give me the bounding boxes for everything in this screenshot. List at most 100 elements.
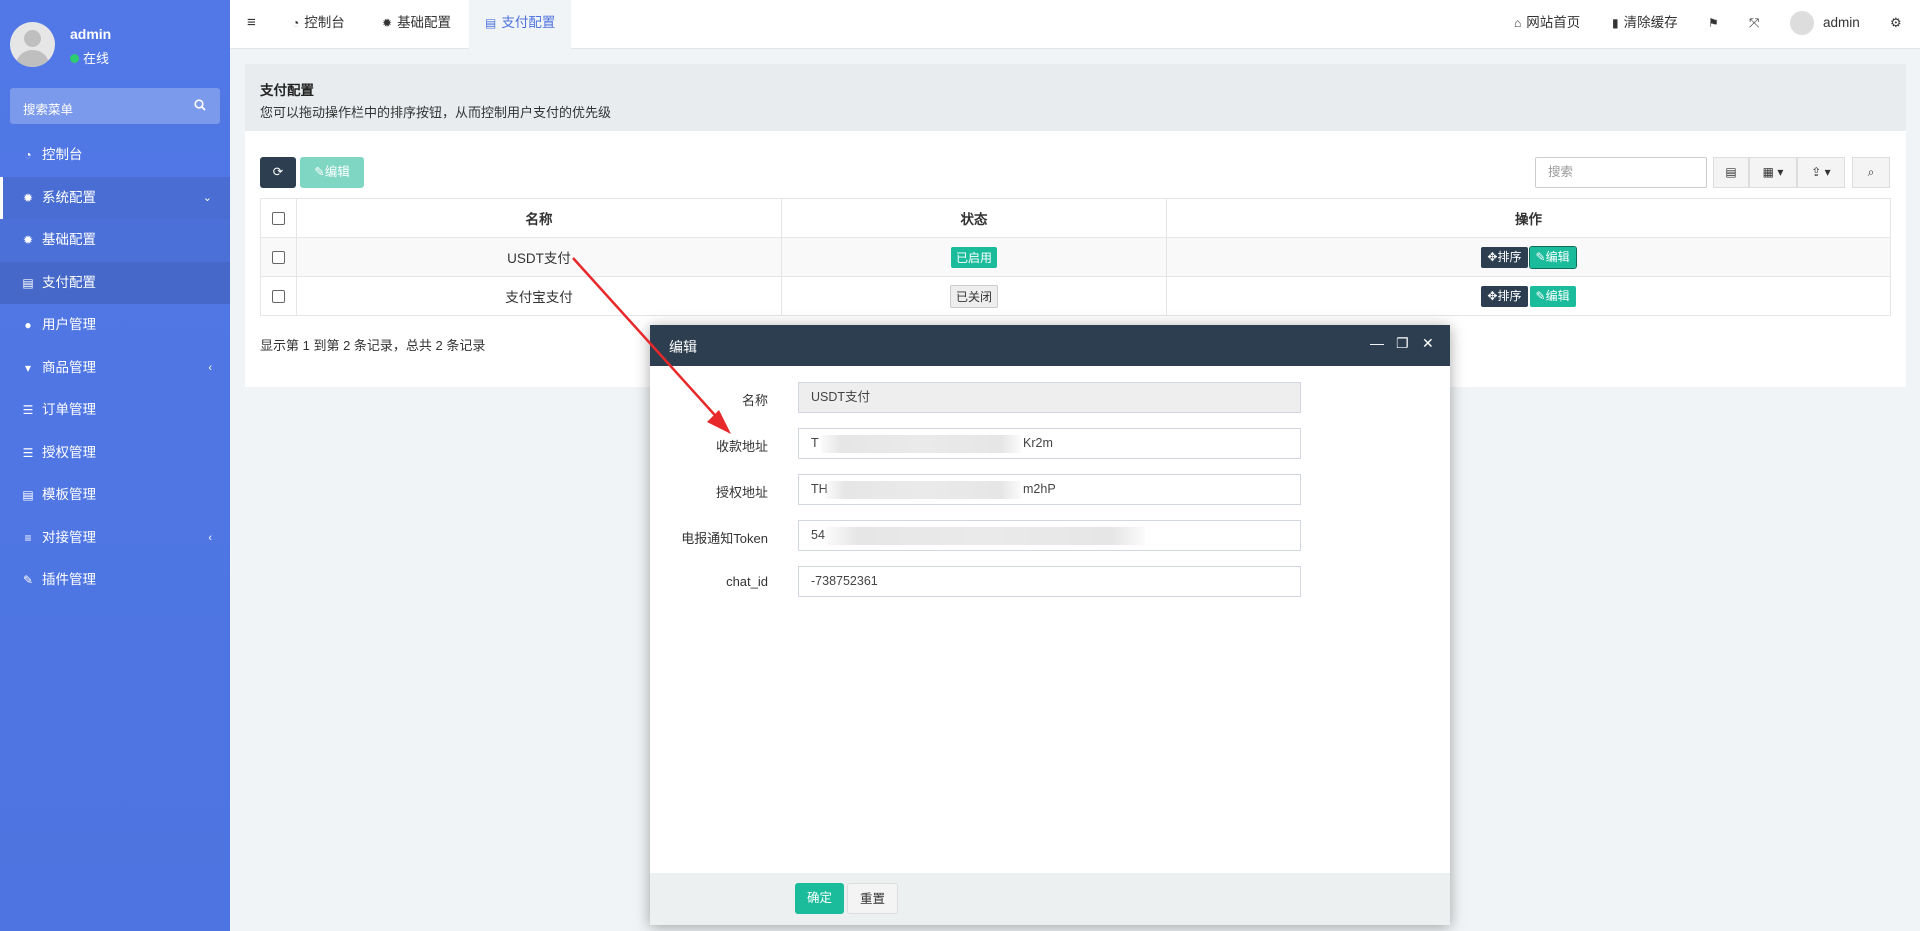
row-status-cell: 已关闭 [781,276,1167,316]
export-button[interactable]: ⇪ ▾ [1797,157,1845,188]
row-edit-label: 编辑 [1545,249,1570,264]
row-edit-button[interactable]: ✎编辑 [1529,285,1576,307]
col-status[interactable]: 状态 [781,198,1167,238]
row-actions: ✥排序 ✎编辑 [1166,276,1891,316]
sidebar-item-docking[interactable]: ≡ 对接管理 ‹ [0,517,230,560]
language-button[interactable]: ⚑ [1708,0,1719,49]
toggle-view-button[interactable]: ▤ [1713,157,1749,188]
field-token-label: 电报通知Token [681,531,768,546]
sidebar-item-label: 对接管理 [42,529,96,545]
field-auth-label: 授权地址 [715,485,768,500]
sidebar-item-goods[interactable]: ▾ 商品管理 ‹ [0,347,230,390]
move-icon: ✥ [1487,249,1498,264]
sidebar-item-label: 用户管理 [42,317,96,332]
row-actions: ✥排序 ✎编辑 [1166,237,1891,277]
row-checkbox[interactable] [272,251,285,265]
clear-cache-label: 清除缓存 [1623,15,1678,30]
col-actions: 操作 [1166,198,1891,238]
site-home-link[interactable]: ⌂ 网站首页 [1514,0,1580,49]
bars-icon: ≡ [247,14,256,31]
receive-address-field[interactable]: T Kr2m [798,428,1301,459]
auth-address-field[interactable]: TH m2hP [798,474,1301,505]
search-button[interactable]: ⌕ [1852,157,1890,188]
menu-search-input[interactable]: 搜索菜单 [10,88,220,124]
site-home-label: 网站首页 [1526,15,1581,30]
field-receive-label: 收款地址 [715,439,768,454]
edit-button[interactable]: ✎编辑 [300,157,364,188]
pagination-info: 显示第 1 到第 2 条记录，总共 2 条记录 [260,338,486,353]
columns-button[interactable]: ▦ ▾ [1749,157,1797,188]
refresh-button[interactable]: ⟳ [260,157,296,188]
sidebar-item-label: 控制台 [42,147,83,162]
page-title: 支付配置 [260,83,314,98]
menu-search-placeholder: 搜索菜单 [23,103,74,117]
status-badge[interactable]: 已启用 [950,246,997,268]
close-icon[interactable]: ✕ [1422,335,1434,352]
telegram-token-field[interactable]: 54 [798,520,1301,551]
chat-id-field[interactable]: -738752361 [798,566,1301,597]
pencil-icon: ✎ [314,165,325,179]
row-edit-button[interactable]: ✎编辑 [1528,245,1577,269]
row-checkbox-cell [260,237,297,277]
col-name[interactable]: 名称 [296,198,782,238]
tab-basic-config[interactable]: ✹ 基础配置 [382,0,451,49]
tab-dashboard[interactable]: ◔ 控制台 [292,0,345,49]
gear-icon: ✹ [22,190,34,205]
sidebar-item-orders[interactable]: ☰ 订单管理 [0,389,230,432]
pencil-icon: ✎ [1535,249,1546,264]
sidebar-item-users[interactable]: ● 用户管理 [0,304,230,347]
field-auth-row: 授权地址 TH m2hP [650,474,1450,506]
settings-button[interactable]: ⚙ [1890,0,1902,49]
avatar [1790,11,1814,36]
user-menu[interactable]: admin [1790,0,1860,49]
online-status-label: 在线 [83,51,110,66]
select-all-checkbox[interactable] [272,212,285,226]
confirm-button[interactable]: 确定 [795,883,845,914]
redacted-region [821,435,1021,453]
reset-button[interactable]: 重置 [847,883,899,914]
sort-button[interactable]: ✥排序 [1481,246,1528,268]
list-alt-icon: ▤ [22,488,34,502]
field-chatid-row: chat_id -738752361 [650,566,1450,598]
sidebar-item-label: 商品管理 [42,359,96,375]
edit-dialog: 编辑 — ❐ ✕ 名称 USDT支付 收款地址 T Kr2m 授权地址 TH m… [650,325,1450,925]
name-field[interactable]: USDT支付 [798,382,1301,413]
fullscreen-button[interactable]: ⤧ [1749,0,1759,49]
row-checkbox[interactable] [272,290,285,304]
sidebar-username: admin [70,26,112,42]
page-description: 您可以拖动操作栏中的排序按钮，从而控制用户支付的优先级 [260,105,612,120]
sidebar-item-plugins[interactable]: ✎ 插件管理 [0,559,230,602]
move-icon: ✥ [1487,288,1498,303]
sidebar-item-dashboard[interactable]: ◔ 控制台 [0,134,230,177]
maximize-icon[interactable]: ❐ [1396,335,1409,352]
search-icon: ⌕ [1867,165,1875,179]
sort-button[interactable]: ✥排序 [1481,285,1528,307]
tab-payment-config[interactable]: ▤ 支付配置 [469,0,572,49]
sidebar-item-system-config[interactable]: ✹ 系统配置 ⌄ [0,176,230,219]
minimize-icon[interactable]: — [1370,335,1384,351]
table-search-input[interactable]: 搜索 [1535,157,1707,188]
top-navbar: ≡ ◔ 控制台 ✹ 基础配置 ▤ 支付配置 ⌂ 网站首页 ▮ 清除缓存 ⚑ ⤧ admin… [230,0,1920,49]
sliders-icon: ≡ [24,530,32,545]
list-alt-icon: ▤ [22,275,34,290]
cart-icon: ▾ [24,360,32,375]
clear-cache-button[interactable]: ▮ 清除缓存 [1612,0,1678,49]
sidebar-item-basic-config[interactable]: ✹ 基础配置 [0,219,230,262]
status-badge[interactable]: 已关闭 [949,284,998,308]
chevron-left-icon: ‹ [208,361,212,374]
receive-address-suffix: Kr2m [1023,436,1053,450]
sidebar-item-payment-config[interactable]: ▤ 支付配置 [0,261,230,304]
row-name: 支付宝支付 [296,276,782,316]
sidebar-item-label: 插件管理 [42,572,96,587]
redacted-region [825,527,1145,545]
search-icon[interactable] [194,99,206,111]
pencil-icon: ✎ [1535,288,1546,303]
edit-button-label: 编辑 [324,165,350,179]
menu-toggle-button[interactable]: ≡ [247,0,256,49]
sidebar-item-auth[interactable]: ☰ 授权管理 [0,432,230,475]
sidebar-item-templates[interactable]: ▤ 模板管理 [0,474,230,517]
sidebar-item-label: 支付配置 [42,274,96,290]
grid-icon: ▦ ▾ [1762,165,1784,179]
list-icon: ☰ [22,445,34,460]
expand-icon: ⤧ [1749,15,1760,30]
